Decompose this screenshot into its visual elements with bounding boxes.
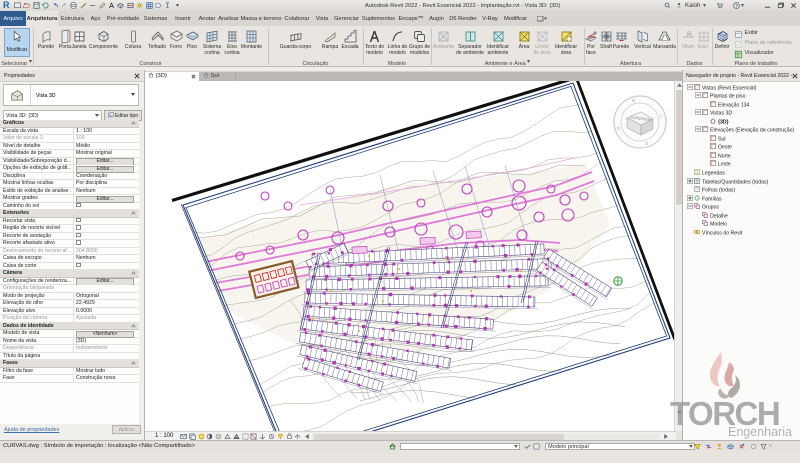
svg-text:N: N (632, 98, 635, 103)
svg-text:O: O (617, 126, 621, 131)
svg-text:S: S (645, 141, 648, 146)
